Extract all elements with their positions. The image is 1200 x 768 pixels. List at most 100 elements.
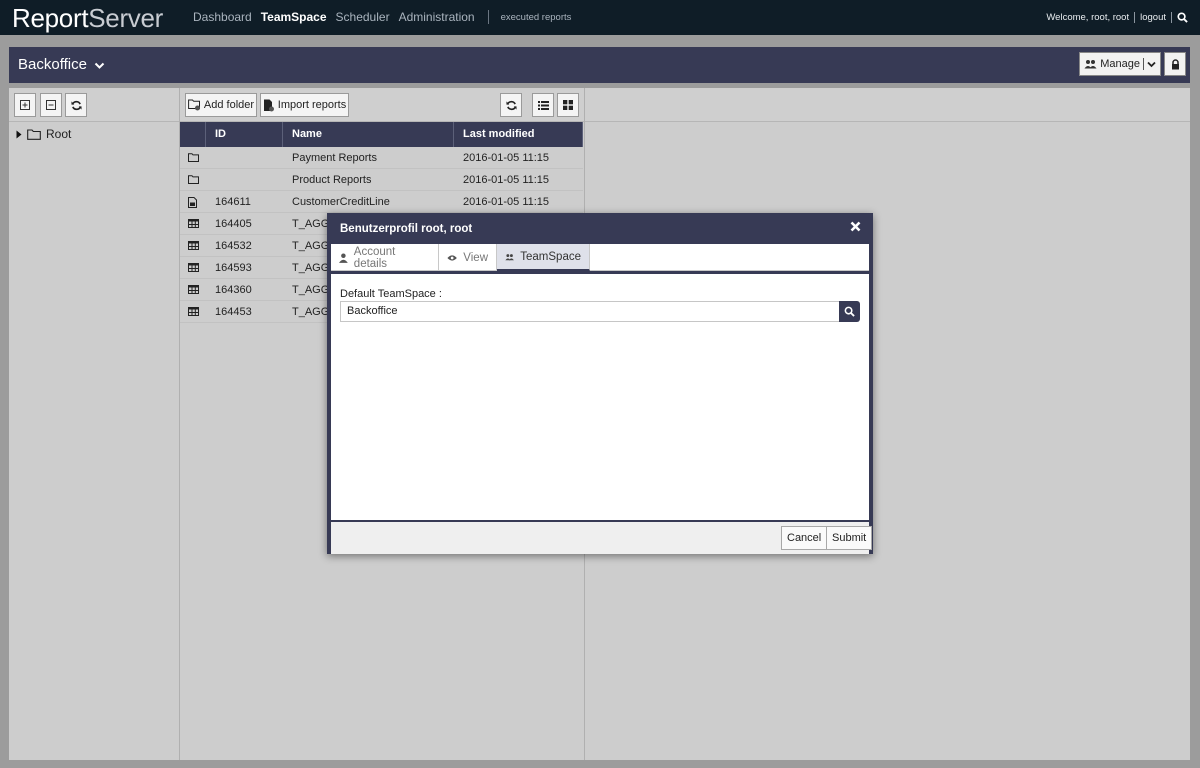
table-icon bbox=[188, 307, 199, 316]
cell-name: T_AGG bbox=[292, 284, 330, 296]
tab-account-details[interactable]: Account details bbox=[331, 244, 439, 271]
table-icon bbox=[188, 241, 199, 250]
cell-id: 164360 bbox=[215, 284, 252, 296]
teamspace-selector[interactable]: Backoffice bbox=[18, 56, 105, 73]
tree-node-label: Root bbox=[46, 127, 72, 141]
tab-label: TeamSpace bbox=[520, 250, 581, 263]
user-separator bbox=[1171, 12, 1172, 23]
cell-name: CustomerCreditLine bbox=[292, 196, 390, 208]
tile-view-button[interactable] bbox=[557, 93, 579, 117]
grid-header: ID Name Last modified bbox=[180, 122, 583, 147]
tile-view-icon bbox=[563, 100, 573, 110]
users-icon bbox=[1084, 60, 1097, 69]
app-logo[interactable]: ReportServer bbox=[12, 3, 163, 34]
collapse-all-button[interactable] bbox=[40, 93, 62, 117]
teamspace-search-button[interactable] bbox=[839, 301, 860, 322]
table-icon bbox=[188, 285, 199, 294]
dialog-header: Benutzerprofil root, root bbox=[327, 213, 873, 244]
cell-id bbox=[206, 169, 215, 191]
nav-scheduler[interactable]: Scheduler bbox=[336, 10, 390, 24]
nav-separator bbox=[487, 10, 489, 24]
user-area: Welcome, root, root logout bbox=[1046, 12, 1188, 23]
users-icon bbox=[505, 253, 514, 260]
dialog-tabs: Account details View TeamSpace bbox=[331, 244, 869, 271]
collapse-icon bbox=[46, 100, 56, 110]
table-icon bbox=[188, 219, 199, 228]
import-icon bbox=[263, 99, 274, 111]
add-folder-icon bbox=[188, 99, 200, 111]
tab-label: Account details bbox=[353, 245, 396, 270]
table-row[interactable]: Product Reports 2016-01-05 11:15 bbox=[180, 169, 583, 191]
logout-link[interactable]: logout bbox=[1140, 12, 1166, 23]
table-row[interactable]: 164611 CustomerCreditLine 2016-01-05 11:… bbox=[180, 191, 583, 213]
table-row[interactable]: Payment Reports 2016-01-05 11:15 bbox=[180, 147, 583, 169]
chevron-down-icon bbox=[94, 62, 105, 69]
nav-executed-reports[interactable]: executed reports bbox=[501, 12, 572, 23]
teamspace-title: Backoffice bbox=[18, 56, 87, 73]
cell-id: 164593 bbox=[215, 262, 252, 274]
lock-icon bbox=[1171, 58, 1179, 69]
nav-teamspace[interactable]: TeamSpace bbox=[261, 10, 327, 24]
caret-right-icon[interactable] bbox=[16, 130, 22, 139]
column-icon bbox=[180, 122, 206, 147]
detail-toolbar bbox=[585, 88, 1190, 122]
tree-panel: Root bbox=[9, 88, 180, 760]
nav-dashboard[interactable]: Dashboard bbox=[193, 10, 252, 24]
tree-node-root[interactable]: Root bbox=[16, 127, 71, 141]
folder-icon bbox=[27, 128, 41, 140]
tab-teamspace[interactable]: TeamSpace bbox=[497, 244, 590, 271]
column-last-modified[interactable]: Last modified bbox=[454, 122, 583, 147]
import-reports-label: Import reports bbox=[277, 99, 347, 111]
report-icon bbox=[188, 197, 197, 208]
tab-label: View bbox=[463, 251, 488, 264]
user-profile-dialog: Benutzerprofil root, root Account detail… bbox=[327, 213, 873, 554]
tab-underline bbox=[331, 271, 869, 274]
column-name[interactable]: Name bbox=[283, 122, 454, 147]
cell-id: 164405 bbox=[215, 218, 252, 230]
teamspace-header: Backoffice Manage bbox=[9, 47, 1190, 83]
manage-label: Manage bbox=[1100, 58, 1140, 70]
tab-view[interactable]: View bbox=[439, 244, 497, 271]
chevron-down-icon bbox=[1147, 61, 1156, 67]
cell-name: Product Reports bbox=[292, 174, 372, 186]
list-view-icon bbox=[537, 100, 549, 110]
add-folder-button[interactable]: Add folder bbox=[185, 93, 257, 117]
cell-name: T_AGG bbox=[292, 240, 330, 252]
close-icon[interactable] bbox=[850, 221, 861, 235]
grid-refresh-button[interactable] bbox=[500, 93, 522, 117]
welcome-text[interactable]: Welcome, root, root bbox=[1046, 12, 1129, 23]
cell-modified: 2016-01-05 11:15 bbox=[463, 174, 550, 186]
import-reports-button[interactable]: Import reports bbox=[260, 93, 349, 117]
column-id[interactable]: ID bbox=[206, 122, 283, 147]
top-navigation-bar: ReportServer Dashboard TeamSpace Schedul… bbox=[0, 0, 1200, 35]
manage-separator bbox=[1143, 58, 1144, 70]
lock-button[interactable] bbox=[1164, 52, 1186, 76]
tree-refresh-button[interactable] bbox=[65, 93, 87, 117]
user-separator bbox=[1134, 12, 1136, 23]
logo-text-server: Server bbox=[88, 3, 164, 33]
manage-button[interactable]: Manage bbox=[1079, 52, 1161, 76]
nav-administration[interactable]: Administration bbox=[399, 10, 475, 24]
cell-name: T_AGG bbox=[292, 262, 330, 274]
refresh-icon bbox=[70, 100, 82, 110]
cell-id bbox=[206, 147, 215, 169]
cell-name: Payment Reports bbox=[292, 152, 377, 164]
add-folder-label: Add folder bbox=[203, 99, 255, 111]
grid-toolbar: Add folder Import reports bbox=[180, 88, 584, 122]
cell-modified: 2016-01-05 11:15 bbox=[463, 152, 550, 164]
list-view-button[interactable] bbox=[532, 93, 554, 117]
search-icon bbox=[844, 306, 855, 317]
global-search-icon[interactable] bbox=[1177, 12, 1188, 23]
cell-modified: 2016-01-05 11:15 bbox=[463, 196, 550, 208]
logo-text-report: Report bbox=[12, 3, 89, 33]
expand-all-button[interactable] bbox=[14, 93, 36, 117]
cell-name: T_AGG bbox=[292, 306, 330, 318]
default-teamspace-field[interactable]: Backoffice bbox=[340, 301, 840, 322]
cell-id: 164453 bbox=[215, 306, 252, 318]
cancel-button[interactable]: Cancel bbox=[781, 526, 828, 550]
folder-icon bbox=[188, 175, 199, 184]
submit-button[interactable]: Submit bbox=[826, 526, 873, 550]
main-nav: Dashboard TeamSpace Scheduler Administra… bbox=[193, 10, 571, 24]
default-teamspace-label: Default TeamSpace : bbox=[340, 288, 442, 300]
tree-toolbar bbox=[9, 88, 179, 122]
